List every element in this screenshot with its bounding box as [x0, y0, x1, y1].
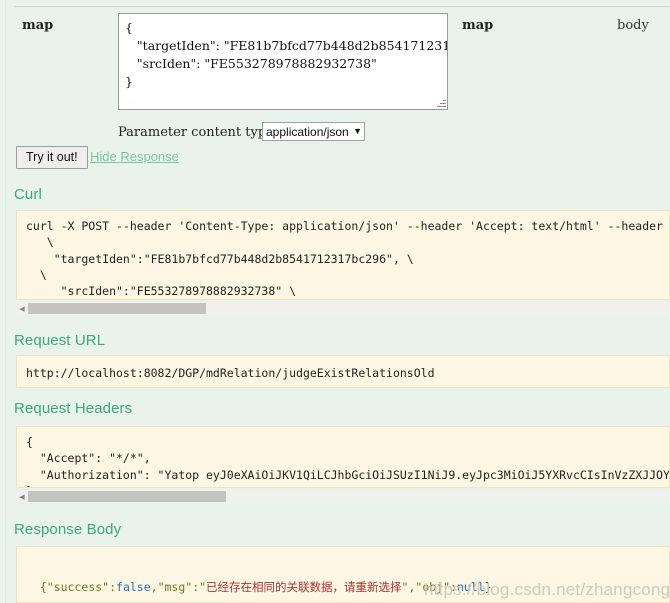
scrollbar-thumb[interactable]	[28, 303, 206, 314]
chevron-left-icon[interactable]: ◀	[16, 490, 28, 503]
response-body-block: {"success":false,"msg":"已经存在相同的关联数据，请重新选…	[16, 546, 670, 603]
response-token: ","obj":	[401, 580, 457, 595]
parameter-row: map map body	[0, 10, 670, 110]
response-body-section-title: Response Body	[14, 521, 122, 538]
request-url-block: http://localhost:8082/DGP/mdRelation/jud…	[16, 355, 670, 388]
parameter-data-type-left: map	[22, 18, 54, 33]
scrollbar-thumb[interactable]	[28, 491, 226, 502]
response-token: false	[116, 580, 151, 595]
hide-response-link[interactable]: Hide Response	[90, 149, 179, 164]
request-headers-horizontal-scrollbar[interactable]: ◀	[16, 490, 670, 503]
response-token: 已经存在相同的关联数据，请重新选择	[206, 580, 402, 595]
response-token: null	[456, 580, 485, 595]
try-it-out-row: Try it out! Hide Response	[0, 146, 670, 174]
try-it-out-button[interactable]: Try it out!	[16, 146, 88, 169]
top-divider	[14, 6, 670, 7]
parameter-content-type-select[interactable]: application/json ▼	[262, 122, 365, 141]
chevron-down-icon: ▼	[353, 126, 362, 136]
parameter-in-label: body	[617, 18, 649, 33]
body-parameter-textarea[interactable]	[118, 13, 448, 110]
request-headers-block: { "Accept": "*/*", "Authorization": "Yat…	[16, 426, 670, 488]
request-url-section-title: Request URL	[14, 332, 106, 349]
request-headers-section-title: Request Headers	[14, 400, 133, 417]
response-body-json: {"success":false,"msg":"已经存在相同的关联数据，请重新选…	[40, 580, 492, 594]
parameter-content-type-value: application/json	[266, 124, 349, 139]
curl-command-block: curl -X POST --header 'Content-Type: app…	[16, 210, 670, 300]
parameter-content-type-row: Parameter content type: application/json…	[0, 122, 670, 146]
parameter-data-type-right: map	[462, 18, 494, 33]
curl-section-title: Curl	[14, 186, 42, 203]
parameter-content-type-label: Parameter content type:	[118, 125, 279, 140]
chevron-left-icon[interactable]: ◀	[16, 302, 28, 315]
response-token: ,"msg":"	[150, 580, 207, 595]
response-token: {"success":	[39, 580, 117, 595]
response-token: }	[484, 580, 492, 595]
curl-horizontal-scrollbar[interactable]: ◀	[16, 302, 670, 315]
